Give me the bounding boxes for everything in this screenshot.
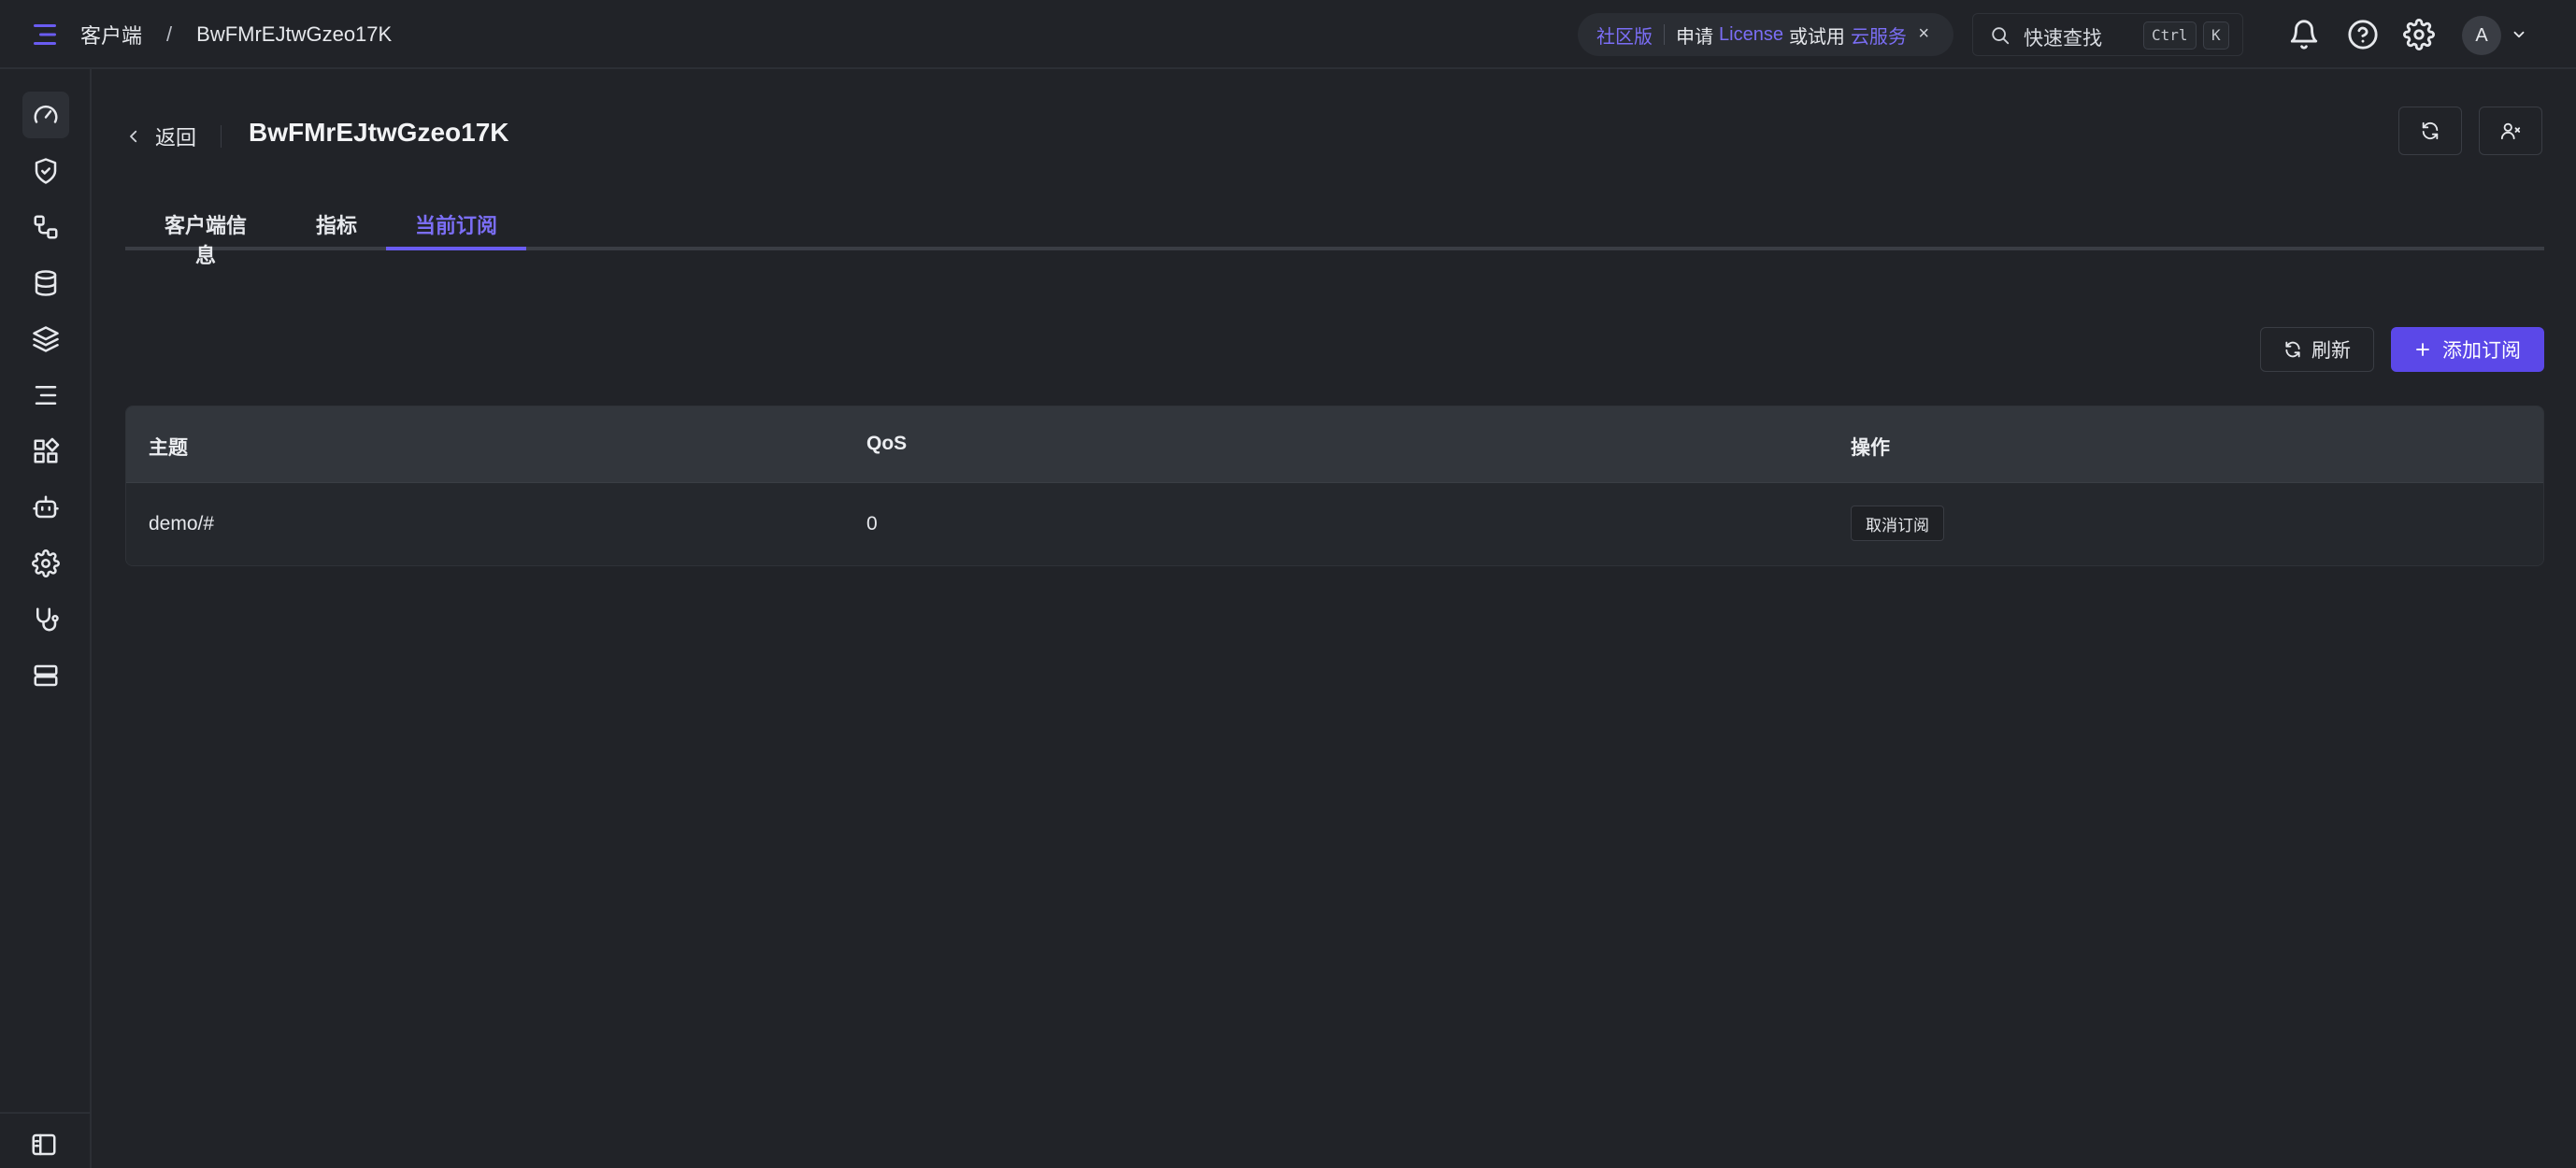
dashboard-gauge-icon [34, 105, 58, 123]
refresh-icon [2285, 341, 2300, 358]
refresh-button[interactable]: 刷新 [2260, 327, 2374, 372]
column-actions: 操作 [1851, 437, 1890, 459]
promo-apply-text: 申请 [1676, 26, 1713, 48]
connections-icon [34, 215, 58, 239]
user-remove-icon [2500, 122, 2521, 140]
add-subscription-label: 添加订阅 [2442, 340, 2521, 362]
breadcrumb: 客户端 / BwFMrEJtwGzeo17K [80, 19, 392, 50]
breadcrumb-current: BwFMrEJtwGzeo17K [196, 22, 393, 46]
server-icon [34, 664, 58, 687]
shield-check-icon [35, 158, 57, 184]
sidebar-item-data[interactable] [22, 260, 69, 306]
chevron-down-icon[interactable] [2511, 26, 2527, 43]
subscriptions-table: 主题 QoS 操作 demo/# 0 取消订阅 [125, 406, 2544, 566]
refresh-icon [2422, 121, 2439, 140]
sidebar-footer [0, 1112, 90, 1168]
gear-icon [32, 549, 60, 577]
sidebar-item-logs[interactable] [22, 372, 69, 419]
close-icon[interactable]: × [1918, 23, 1929, 45]
license-promo-banner: 社区版 申请 License 或试用 云服务 × [1578, 13, 1953, 56]
active-tab-indicator [386, 247, 526, 250]
extensions-grid-icon [34, 437, 60, 463]
quick-search-input[interactable]: 快速查找 Ctrl K [1972, 13, 2243, 56]
kick-out-client-button[interactable] [2479, 107, 2542, 155]
shortcut-k-key: K [2203, 21, 2229, 50]
column-qos: QoS [866, 433, 908, 454]
promo-or-try-text: 或试用 [1788, 26, 1845, 48]
cloud-service-link[interactable]: 云服务 [1851, 21, 1907, 49]
tab-subscriptions[interactable]: 当前订阅 [386, 209, 526, 250]
chevron-left-icon [130, 130, 137, 143]
back-label: 返回 [155, 126, 197, 150]
bot-icon [33, 495, 59, 519]
license-link[interactable]: License [1719, 24, 1783, 46]
page-title: BwFMrEJtwGzeo17K [249, 118, 509, 147]
list-lines-icon [35, 386, 57, 405]
layers-icon [33, 326, 59, 352]
sidebar-collapse-icon[interactable] [30, 1131, 58, 1159]
sidebar-item-extensions[interactable] [22, 428, 69, 475]
breadcrumb-clients-link[interactable]: 客户端 [80, 20, 142, 50]
tab-metrics[interactable]: 指标 [316, 209, 357, 250]
column-topic: 主题 [149, 437, 188, 459]
top-bar: 客户端 / BwFMrEJtwGzeo17K 社区版 申请 License 或试… [0, 0, 2576, 69]
table-row: demo/# 0 取消订阅 [126, 483, 2543, 565]
reload-button[interactable] [2398, 107, 2462, 155]
back-button[interactable]: 返回 [125, 120, 196, 153]
edition-badge: 社区版 [1596, 26, 1653, 48]
sidebar-item-agent[interactable] [22, 484, 69, 531]
qos-cell: 0 [866, 513, 878, 534]
topic-cell: demo/# [149, 513, 215, 534]
avatar[interactable]: A [2462, 16, 2501, 55]
bell-icon[interactable] [2288, 19, 2320, 50]
settings-icon[interactable] [2403, 19, 2435, 50]
unsubscribe-button[interactable]: 取消订阅 [1851, 506, 1944, 541]
tab-client-info[interactable]: 客户端信息 [155, 209, 256, 267]
sidebar-item-diagnose[interactable] [22, 596, 69, 643]
sidebar-item-system-settings[interactable] [22, 540, 69, 587]
add-subscription-button[interactable]: 添加订阅 [2391, 327, 2544, 372]
help-icon[interactable] [2347, 19, 2379, 50]
refresh-button-label: 刷新 [2311, 340, 2351, 362]
sidebar-item-dashboard[interactable] [22, 92, 69, 138]
sidebar-item-access-control[interactable] [22, 148, 69, 194]
plus-icon [2416, 343, 2429, 356]
database-icon [35, 270, 57, 296]
table-header: 主题 QoS 操作 [126, 406, 2543, 483]
promo-divider [1664, 24, 1665, 45]
sidebar-item-integration[interactable] [22, 204, 69, 250]
breadcrumb-separator: / [166, 22, 173, 46]
menu-logo-icon[interactable] [32, 21, 60, 48]
sidebar-item-cluster[interactable] [22, 652, 69, 699]
title-divider [221, 125, 222, 148]
sidebar-item-management[interactable] [22, 316, 69, 363]
stethoscope-icon [36, 607, 59, 632]
search-icon [1992, 27, 2010, 45]
detail-tabs: 客户端信息 指标 当前订阅 [125, 206, 2544, 267]
search-placeholder: 快速查找 [2024, 28, 2102, 50]
shortcut-ctrl-key: Ctrl [2143, 21, 2197, 50]
sidebar [0, 69, 92, 1168]
